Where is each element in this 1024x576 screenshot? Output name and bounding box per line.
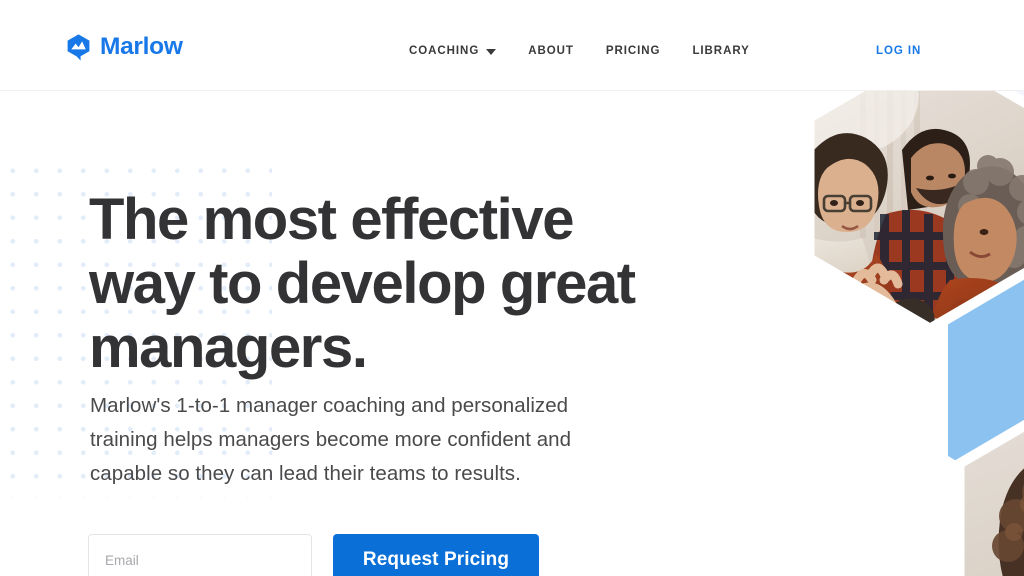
login-link[interactable]: LOG IN <box>876 45 921 57</box>
nav-item-coaching[interactable]: COACHING <box>409 45 497 57</box>
landing-page: Marlow COACHING ABOUT PRICING LIBRARY LO… <box>0 0 1024 576</box>
brand-name: Marlow <box>100 33 183 61</box>
site-header: Marlow COACHING ABOUT PRICING LIBRARY LO… <box>0 0 1024 91</box>
brand-logo[interactable]: Marlow <box>66 34 183 61</box>
nav-item-library[interactable]: LIBRARY <box>692 45 749 57</box>
email-input[interactable] <box>88 534 312 576</box>
request-pricing-button[interactable]: Request Pricing <box>333 534 539 576</box>
mountain-hexagon-icon <box>67 34 90 61</box>
nav-label-about: ABOUT <box>528 45 574 57</box>
page-title: The most effective way to develop great … <box>89 187 636 380</box>
hero-subcopy: Marlow's 1-to-1 manager coaching and per… <box>90 394 572 485</box>
chevron-down-icon <box>486 48 497 55</box>
main-navigation: COACHING ABOUT PRICING LIBRARY <box>409 45 750 57</box>
nav-label-library: LIBRARY <box>692 45 750 57</box>
hero-section: The most effective way to develop great … <box>0 15 1024 576</box>
nav-item-about[interactable]: ABOUT <box>528 45 574 57</box>
lead-capture-form: Request Pricing <box>88 534 539 576</box>
nav-item-pricing[interactable]: PRICING <box>606 45 661 57</box>
nav-label-coaching: COACHING <box>409 45 480 57</box>
nav-label-pricing: PRICING <box>605 45 661 57</box>
